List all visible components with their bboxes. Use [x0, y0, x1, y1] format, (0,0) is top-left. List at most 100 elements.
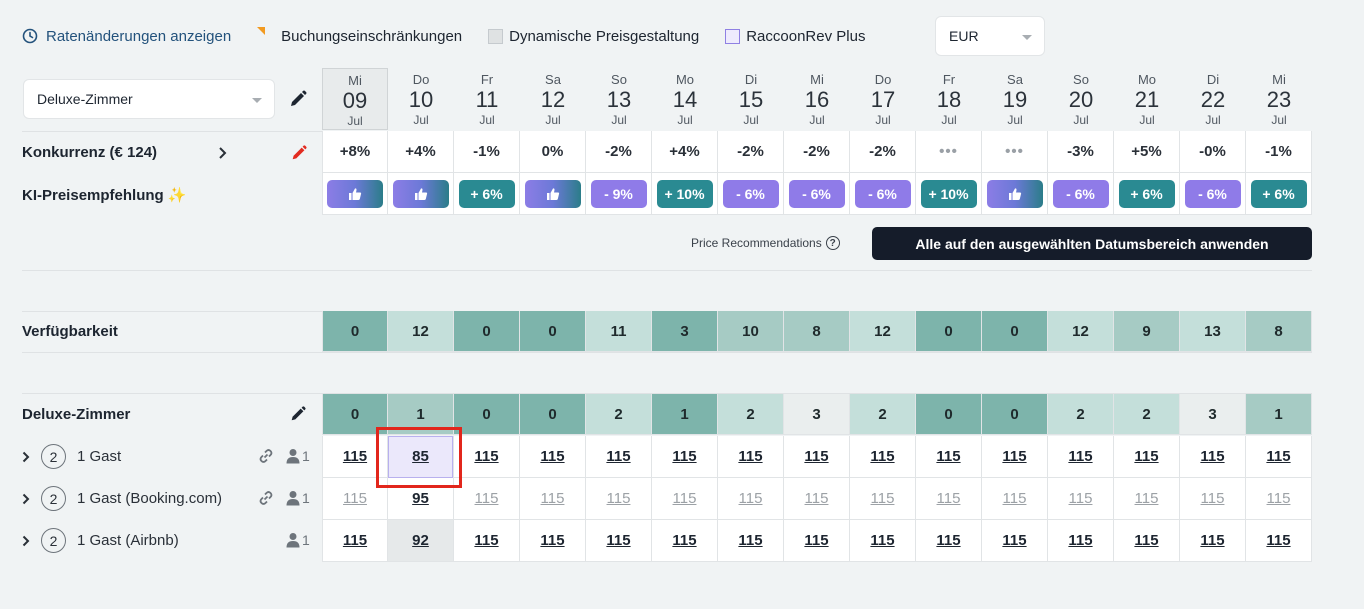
room-type-select[interactable]: Deluxe-Zimmer	[23, 79, 275, 119]
competition-cell[interactable]: -1%	[1246, 131, 1312, 173]
competition-cell[interactable]: 0%	[520, 131, 586, 173]
price-adjustment-button[interactable]: - 6%	[1052, 179, 1109, 208]
price-cell[interactable]: 115	[586, 478, 652, 520]
price-cell[interactable]: 115	[1048, 520, 1114, 562]
room-inventory-cell[interactable]: 0	[454, 394, 520, 435]
expand-competition-button[interactable]	[217, 146, 229, 165]
edit-competition-button[interactable]	[289, 143, 309, 163]
competition-cell[interactable]: +4%	[388, 131, 454, 173]
price-adjustment-button[interactable]: + 10%	[920, 179, 977, 208]
price-cell[interactable]: 115	[520, 478, 586, 520]
price-cell[interactable]: 115	[1246, 436, 1312, 478]
room-inventory-cell[interactable]: 2	[718, 394, 784, 435]
expand-rate-button[interactable]	[22, 535, 30, 547]
date-column[interactable]: Di 15 Jul	[718, 68, 784, 130]
price-adjustment-button[interactable]: + 10%	[656, 179, 713, 208]
price-cell[interactable]: 115	[586, 436, 652, 478]
competition-cell[interactable]: -0%	[1180, 131, 1246, 173]
date-column[interactable]: Fr 18 Jul	[916, 68, 982, 130]
price-cell[interactable]: 115	[982, 436, 1048, 478]
price-adjustment-button[interactable]: - 6%	[722, 179, 779, 208]
price-cell[interactable]: 115	[1048, 478, 1114, 520]
date-column[interactable]: Fr 11 Jul	[454, 68, 520, 130]
date-column[interactable]: Mi 09 Jul	[322, 68, 388, 130]
accept-recommendation-button[interactable]	[986, 179, 1043, 208]
price-cell[interactable]: 115	[454, 436, 520, 478]
question-circle-icon[interactable]: ?	[825, 236, 840, 250]
date-column[interactable]: Mo 14 Jul	[652, 68, 718, 130]
price-cell[interactable]: 92	[388, 520, 454, 562]
price-adjustment-button[interactable]: - 9%	[590, 179, 647, 208]
accept-recommendation-button[interactable]	[327, 179, 383, 208]
date-column[interactable]: Sa 19 Jul	[982, 68, 1048, 130]
price-cell[interactable]: 115	[916, 436, 982, 478]
price-cell[interactable]: 115	[520, 520, 586, 562]
date-column[interactable]: So 13 Jul	[586, 68, 652, 130]
price-adjustment-button[interactable]: + 6%	[1250, 179, 1307, 208]
price-cell[interactable]: 115	[1246, 478, 1312, 520]
competition-cell[interactable]: •••	[982, 131, 1048, 173]
competition-cell[interactable]: +5%	[1114, 131, 1180, 173]
competition-cell[interactable]: -2%	[850, 131, 916, 173]
room-inventory-cell[interactable]: 2	[850, 394, 916, 435]
expand-rate-button[interactable]	[22, 493, 30, 505]
price-cell[interactable]: 115	[1180, 520, 1246, 562]
price-cell[interactable]: 115	[982, 478, 1048, 520]
room-inventory-cell[interactable]: 2	[1114, 394, 1180, 435]
room-inventory-cell[interactable]: 2	[586, 394, 652, 435]
expand-rate-button[interactable]	[22, 451, 30, 463]
price-cell[interactable]: 115	[916, 478, 982, 520]
room-inventory-cell[interactable]: 0	[916, 394, 982, 435]
price-cell[interactable]: 115	[454, 520, 520, 562]
price-adjustment-button[interactable]: - 6%	[1184, 179, 1241, 208]
date-column[interactable]: So 20 Jul	[1048, 68, 1114, 130]
price-cell[interactable]: 115	[718, 478, 784, 520]
accept-recommendation-button[interactable]	[524, 179, 581, 208]
price-adjustment-button[interactable]: - 6%	[854, 179, 911, 208]
price-cell[interactable]: 115	[1048, 436, 1114, 478]
price-cell[interactable]: 115	[1114, 478, 1180, 520]
price-cell[interactable]: 115	[1180, 478, 1246, 520]
price-cell[interactable]: 115	[520, 436, 586, 478]
price-cell[interactable]: 115	[718, 520, 784, 562]
date-column[interactable]: Mo 21 Jul	[1114, 68, 1180, 130]
room-inventory-cell[interactable]: 1	[652, 394, 718, 435]
competition-cell[interactable]: +8%	[322, 131, 388, 173]
competition-cell[interactable]: -2%	[784, 131, 850, 173]
link-icon[interactable]	[258, 490, 274, 506]
room-inventory-cell[interactable]: 0	[520, 394, 586, 435]
currency-select[interactable]: EUR	[935, 16, 1045, 56]
price-cell[interactable]: 115	[784, 520, 850, 562]
competition-cell[interactable]: -2%	[718, 131, 784, 173]
date-column[interactable]: Do 17 Jul	[850, 68, 916, 130]
competition-cell[interactable]: -1%	[454, 131, 520, 173]
price-adjustment-button[interactable]: + 6%	[458, 179, 515, 208]
price-cell[interactable]: 115	[784, 478, 850, 520]
price-cell[interactable]: 115	[322, 520, 388, 562]
edit-room-button[interactable]	[288, 89, 308, 109]
accept-recommendation-button[interactable]	[392, 179, 449, 208]
competition-cell[interactable]: -2%	[586, 131, 652, 173]
price-cell[interactable]: 115	[1114, 520, 1180, 562]
price-cell[interactable]: 115	[982, 520, 1048, 562]
date-column[interactable]: Mi 23 Jul	[1246, 68, 1312, 130]
price-cell[interactable]: 115	[916, 520, 982, 562]
competition-cell[interactable]: -3%	[1048, 131, 1114, 173]
price-cell[interactable]: 115	[850, 478, 916, 520]
price-cell[interactable]: 115	[652, 520, 718, 562]
price-cell[interactable]: 115	[652, 478, 718, 520]
date-column[interactable]: Sa 12 Jul	[520, 68, 586, 130]
date-column[interactable]: Mi 16 Jul	[784, 68, 850, 130]
price-adjustment-button[interactable]: - 6%	[788, 179, 845, 208]
apply-to-date-range-button[interactable]: Alle auf den ausgewählten Datumsbereich …	[872, 227, 1312, 260]
edit-room-inventory-button[interactable]	[288, 404, 308, 424]
price-cell[interactable]: 115	[1180, 436, 1246, 478]
price-adjustment-button[interactable]: + 6%	[1118, 179, 1175, 208]
price-cell[interactable]: 115	[1246, 520, 1312, 562]
price-cell[interactable]: 115	[454, 478, 520, 520]
price-cell[interactable]: 115	[652, 436, 718, 478]
competition-cell[interactable]: •••	[916, 131, 982, 173]
room-inventory-cell[interactable]: 3	[1180, 394, 1246, 435]
price-cell[interactable]: 115	[784, 436, 850, 478]
date-column[interactable]: Do 10 Jul	[388, 68, 454, 130]
